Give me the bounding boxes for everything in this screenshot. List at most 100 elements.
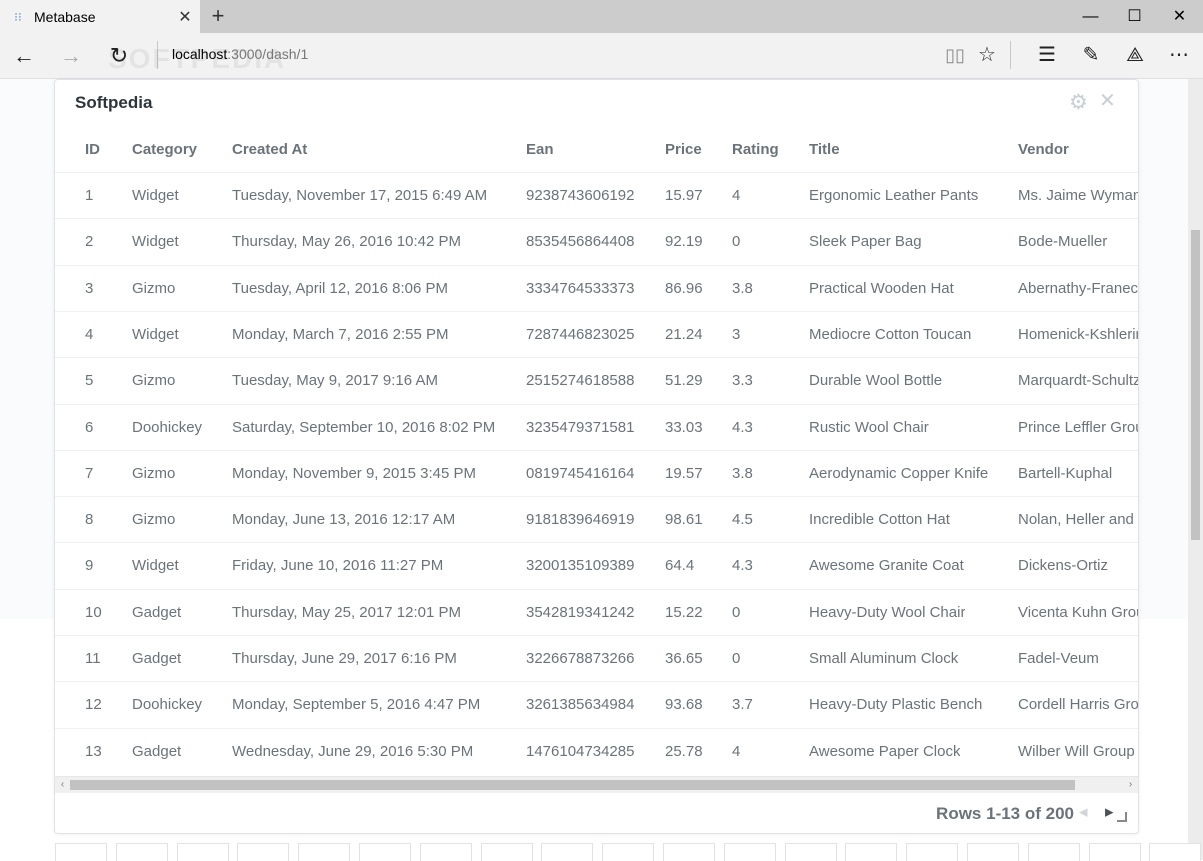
address-path: :3000/dash/1 [227, 46, 309, 62]
star-icon[interactable]: ☆ [965, 33, 1009, 78]
vertical-scrollbar-thumb[interactable] [1191, 230, 1200, 540]
close-icon[interactable]: ✕ [170, 7, 200, 27]
table-row: 10 Gadget Thursday, May 25, 2017 12:01 PM 3… [55, 588, 1138, 636]
table-cell: 4.5 [732, 511, 753, 529]
table-cell: Doohickey [132, 418, 203, 436]
table-cell: Monday, June 13, 2016 12:17 AM [232, 511, 456, 529]
table-cell: Practical Wooden Hat [809, 279, 954, 297]
table-cell: 4 [732, 187, 741, 204]
table-cell: Gizmo [132, 511, 176, 529]
table-cell: Heavy-Duty Wool Chair [809, 603, 966, 621]
table-cell: Tuesday, November 17, 2015 6:49 AM [232, 187, 488, 204]
column-header[interactable]: Ean [526, 141, 554, 158]
table-cell: Monday, November 9, 2015 3:45 PM [232, 464, 477, 482]
table-cell: Monday, March 7, 2016 2:55 PM [232, 325, 449, 343]
table-cell: Ms. Jaime Wyman [1018, 187, 1138, 204]
table-cell: Aerodynamic Copper Knife [809, 464, 989, 482]
toolbar-divider [1010, 41, 1011, 69]
grid-cell [906, 843, 959, 861]
table-cell: Gizmo [132, 372, 176, 390]
table-cell: Sleek Paper Bag [809, 233, 922, 251]
resize-handle-icon[interactable] [1117, 812, 1127, 822]
close-icon[interactable]: ✕ [1099, 88, 1116, 113]
table-cell: Durable Wool Bottle [809, 372, 943, 390]
table-cell: 7287446823025 [526, 325, 635, 343]
table-cell: Incredible Cotton Hat [809, 511, 950, 529]
table-cell: Doohickey [132, 696, 203, 714]
table-row: 3 Gizmo Tuesday, April 12, 2016 8:06 PM 333… [55, 264, 1138, 312]
table-cell: Gadget [132, 650, 182, 667]
hub-icon[interactable]: ☰ [1025, 33, 1069, 78]
table-cell: 6 [85, 418, 94, 436]
horizontal-scrollbar[interactable]: ‹ › [55, 776, 1138, 793]
table-cell: Tuesday, April 12, 2016 8:06 PM [232, 279, 448, 297]
table-cell: Monday, September 5, 2016 4:47 PM [232, 696, 481, 714]
table-cell: 19.57 [665, 464, 703, 482]
column-header[interactable]: Created At [232, 141, 307, 158]
rows-count: Rows 1-13 of 200 [936, 804, 1074, 823]
table-cell: Dickens-Ortiz [1018, 557, 1109, 575]
table-cell: 1476104734285 [526, 742, 635, 760]
table-row: 12 Doohickey Monday, September 5, 2016 4:4… [55, 681, 1138, 728]
column-header[interactable]: Category [132, 141, 197, 158]
table-cell: 3.7 [732, 696, 753, 714]
table-cell: Widget [132, 557, 179, 575]
scroll-left-icon[interactable]: ‹ [55, 777, 70, 793]
column-header[interactable]: Rating [732, 141, 779, 158]
more-icon[interactable]: ⋯ [1157, 33, 1201, 78]
table-cell: 3261385634984 [526, 696, 635, 714]
column-header[interactable]: Price [665, 141, 702, 158]
table-cell: Gadget [132, 742, 182, 760]
browser-tab[interactable]: ⁝⁝ Metabase ✕ [0, 0, 200, 33]
scroll-right-icon[interactable]: › [1123, 777, 1138, 793]
metabase-icon: ⁝⁝ [14, 9, 22, 24]
share-icon[interactable]: ⟁ [1113, 33, 1157, 78]
forward-arrow-icon[interactable]: → [47, 33, 95, 78]
grid-cell [419, 843, 472, 861]
pen-note-icon[interactable]: ✎ [1069, 33, 1113, 78]
table-cell: Tuesday, May 9, 2017 9:16 AM [232, 372, 438, 390]
table-cell: Wilber Will Group [1018, 742, 1135, 760]
window-close-icon[interactable]: ✕ [1157, 0, 1202, 33]
grid-cell [541, 843, 594, 861]
table-cell: 25.78 [665, 742, 703, 760]
table-cell: 7 [85, 464, 94, 482]
table-cell: 21.24 [665, 325, 703, 343]
grid-cell [55, 843, 107, 861]
chevron-left-icon[interactable]: ◂ [1079, 802, 1088, 822]
maximize-icon[interactable]: ☐ [1112, 0, 1157, 33]
chevron-right-icon[interactable]: ▸ [1105, 802, 1114, 822]
table-cell: 3334764533373 [526, 279, 635, 297]
table-cell: 3.8 [732, 464, 753, 482]
table-cell: 4 [85, 325, 94, 343]
table-cell: 3542819341242 [526, 603, 635, 621]
column-header[interactable]: ID [85, 141, 100, 158]
table-cell: Nolan, Heller and [1018, 511, 1134, 529]
table-cell: Thursday, May 25, 2017 12:01 PM [232, 603, 462, 621]
address-host: localhost [172, 46, 228, 62]
table-cell: 0 [732, 233, 741, 251]
table-cell: 0 [732, 603, 741, 621]
grid-cell [967, 843, 1019, 861]
address-bar[interactable]: localhost:3000/dash/1 [172, 46, 308, 62]
grid-cell [845, 843, 898, 861]
grid-cell [1088, 843, 1141, 861]
table-cell: Saturday, September 10, 2016 8:02 PM [232, 418, 496, 436]
minimize-icon[interactable]: — [1068, 0, 1113, 33]
grid-cell [602, 843, 655, 861]
back-arrow-icon[interactable]: ← [0, 33, 48, 78]
column-header[interactable]: Vendor [1018, 141, 1069, 158]
card-title: Softpedia [75, 93, 153, 112]
grid-cell [784, 843, 837, 861]
table-cell: Thursday, June 29, 2017 6:16 PM [232, 650, 457, 667]
horizontal-scrollbar-thumb[interactable] [70, 780, 1075, 790]
table-cell: 3235479371581 [526, 418, 635, 436]
gear-icon[interactable]: ⚙ [1069, 90, 1088, 115]
table-cell: Marquardt-Schultz [1018, 372, 1138, 390]
table-row: 2 Widget Thursday, May 26, 2016 10:42 PM 85… [55, 218, 1138, 265]
table-cell: Friday, June 10, 2016 11:27 PM [232, 557, 444, 575]
column-header[interactable]: Title [809, 141, 840, 158]
table-row: 11 Gadget Thursday, June 29, 2017 6:16 PM 3… [55, 635, 1138, 682]
dashboard-card: Softpedia ⚙ ✕ ID Category Created At Ean Pri… [54, 79, 1139, 834]
plus-icon[interactable]: + [205, 3, 231, 29]
